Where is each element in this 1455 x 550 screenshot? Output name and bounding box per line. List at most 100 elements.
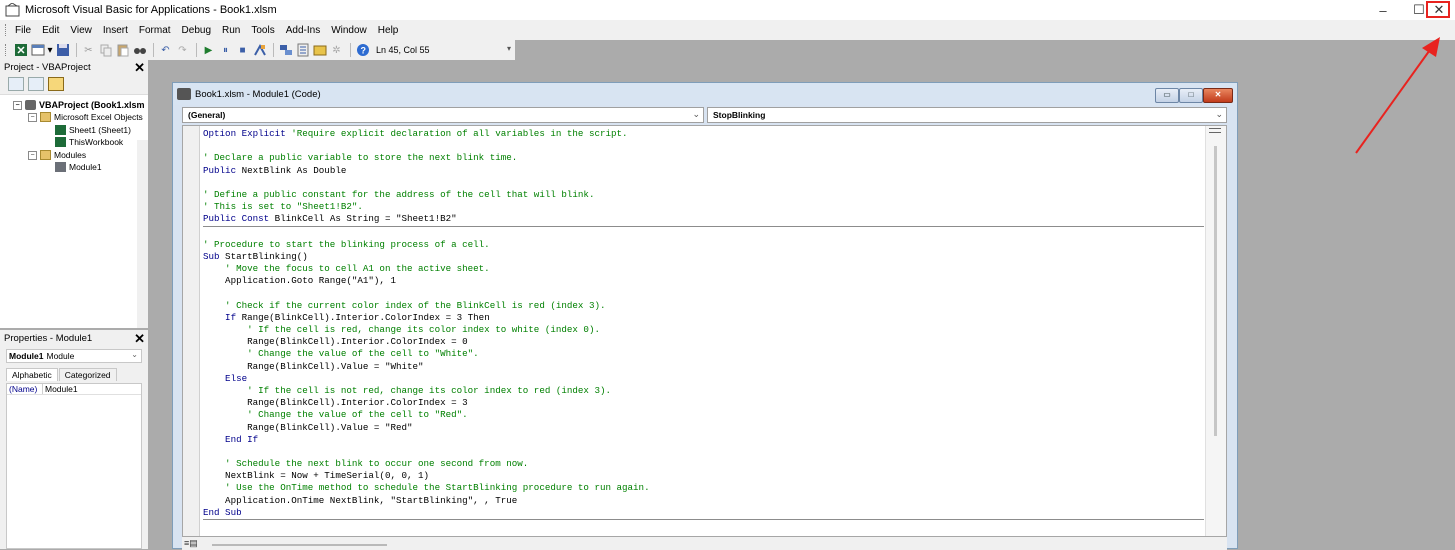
code-maximize-button[interactable]: □	[1179, 88, 1203, 103]
toolbar-grip[interactable]	[5, 44, 9, 56]
code-minimize-button[interactable]: ▭	[1155, 88, 1179, 103]
project-vertical-scrollbar[interactable]	[137, 140, 148, 328]
code-line[interactable]: Range(BlinkCell).Interior.ColorIndex = 0	[203, 336, 1204, 348]
menu-tools[interactable]: Tools	[251, 25, 274, 36]
code-line[interactable]: ' Use the OnTime method to schedule the …	[203, 482, 1204, 494]
code-line[interactable]: If Range(BlinkCell).Interior.ColorIndex …	[203, 312, 1204, 324]
code-line[interactable]: ' Check if the current color index of th…	[203, 300, 1204, 312]
tree-node-modules[interactable]: − Modules	[28, 150, 86, 160]
code-close-button[interactable]: ✕	[1203, 88, 1233, 103]
tab-alphabetic[interactable]: Alphabetic	[6, 368, 58, 381]
dropdown-arrow-icon[interactable]: ▾	[47, 43, 53, 58]
code-line[interactable]: ' If the cell is not red, change its col…	[203, 385, 1204, 397]
property-value[interactable]: Module1	[43, 384, 78, 394]
code-line[interactable]: Public Const BlinkCell As String = "Shee…	[203, 213, 1204, 227]
menu-grip[interactable]	[5, 24, 9, 36]
code-lines[interactable]: Option Explicit 'Require explicit declar…	[203, 128, 1204, 520]
code-line[interactable]	[203, 227, 1204, 239]
code-line[interactable]: ' Move the focus to cell A1 on the activ…	[203, 263, 1204, 275]
help-icon[interactable]: ?	[355, 43, 370, 58]
tree-node-vbaproject[interactable]: − VBAProject (Book1.xlsm	[13, 100, 145, 110]
excel-view-icon[interactable]	[13, 43, 28, 58]
toggle-folders-icon[interactable]	[48, 77, 64, 91]
run-icon[interactable]: ▶	[201, 43, 216, 58]
code-line[interactable]: ' Declare a public variable to store the…	[203, 152, 1204, 164]
toolbar-options-icon[interactable]: ▾	[507, 44, 511, 53]
code-line[interactable]: ' Define a public constant for the addre…	[203, 189, 1204, 201]
close-button[interactable]: ✕	[1424, 0, 1454, 20]
object-selector[interactable]: Module1 Module ⌄	[6, 349, 142, 363]
code-line[interactable]: NextBlink = Now + TimeSerial(0, 0, 1)	[203, 470, 1204, 482]
insert-userform-icon[interactable]	[30, 43, 45, 58]
code-line[interactable]: Else	[203, 373, 1204, 385]
collapse-icon[interactable]: −	[28, 150, 37, 160]
code-line[interactable]: ' If the cell is red, change its color i…	[203, 324, 1204, 336]
menu-edit[interactable]: Edit	[42, 25, 59, 36]
code-line[interactable]	[203, 446, 1204, 458]
menu-debug[interactable]: Debug	[182, 25, 211, 36]
cut-icon[interactable]: ✂	[81, 43, 96, 58]
code-vertical-scrollbar[interactable]	[1205, 126, 1226, 536]
code-line[interactable]: Option Explicit 'Require explicit declar…	[203, 128, 1204, 140]
tab-categorized[interactable]: Categorized	[58, 368, 117, 381]
find-icon[interactable]	[132, 43, 147, 58]
menu-file[interactable]: File	[15, 25, 31, 36]
tree-node-sheet1[interactable]: Sheet1 (Sheet1)	[55, 125, 131, 135]
close-icon[interactable]: ✕	[134, 61, 145, 74]
object-dropdown[interactable]: (General) ⌄	[182, 107, 704, 123]
tree-node-excel-objects[interactable]: − Microsoft Excel Objects	[28, 112, 143, 122]
code-line[interactable]: End If	[203, 434, 1204, 446]
break-icon[interactable]: ⏸	[218, 43, 233, 58]
code-editor[interactable]: Option Explicit 'Require explicit declar…	[182, 125, 1227, 537]
minimize-button[interactable]: –	[1365, 0, 1401, 20]
code-margin[interactable]	[183, 126, 200, 536]
code-line[interactable]	[203, 177, 1204, 189]
scrollbar-thumb[interactable]	[1214, 146, 1217, 436]
view-toggle-icon[interactable]: ≡▤	[184, 538, 198, 549]
code-line[interactable]: Application.Goto Range("A1"), 1	[203, 275, 1204, 287]
split-bar-icon[interactable]	[1209, 128, 1221, 133]
collapse-icon[interactable]: −	[28, 112, 37, 122]
view-object-icon[interactable]	[28, 77, 44, 91]
code-line[interactable]: Application.OnTime NextBlink, "StartBlin…	[203, 495, 1204, 507]
copy-icon[interactable]	[98, 43, 113, 58]
code-line[interactable]: Range(BlinkCell).Value = "Red"	[203, 422, 1204, 434]
code-line[interactable]: Public NextBlink As Double	[203, 165, 1204, 177]
chevron-down-icon[interactable]: ⌄	[692, 109, 700, 120]
code-horizontal-scrollbar[interactable]: ≡▤	[182, 537, 1227, 550]
menu-run[interactable]: Run	[222, 25, 240, 36]
reset-icon[interactable]: ■	[235, 43, 250, 58]
code-line[interactable]: ' Change the value of the cell to "White…	[203, 348, 1204, 360]
property-row[interactable]: (Name) Module1	[7, 384, 141, 395]
paste-icon[interactable]	[115, 43, 130, 58]
menu-format[interactable]: Format	[139, 25, 171, 36]
code-line[interactable]: ' Schedule the next blink to occur one s…	[203, 458, 1204, 470]
undo-icon[interactable]: ↶	[158, 43, 173, 58]
chevron-down-icon[interactable]: ⌄	[131, 350, 138, 359]
view-code-icon[interactable]	[8, 77, 24, 91]
code-line[interactable]	[203, 287, 1204, 299]
menu-view[interactable]: View	[70, 25, 92, 36]
close-icon[interactable]: ✕	[134, 332, 145, 345]
code-line[interactable]	[203, 140, 1204, 152]
tree-node-thisworkbook[interactable]: ThisWorkbook	[55, 137, 123, 147]
redo-icon[interactable]: ↷	[175, 43, 190, 58]
menu-add-ins[interactable]: Add-Ins	[286, 25, 320, 36]
menu-insert[interactable]: Insert	[103, 25, 128, 36]
menu-window[interactable]: Window	[331, 25, 367, 36]
scrollbar-thumb[interactable]	[212, 544, 387, 546]
code-line[interactable]: End Sub	[203, 507, 1204, 520]
code-line[interactable]: Sub StartBlinking()	[203, 251, 1204, 263]
code-line[interactable]: Range(BlinkCell).Interior.ColorIndex = 3	[203, 397, 1204, 409]
properties-window-icon[interactable]	[295, 43, 310, 58]
object-browser-icon[interactable]	[312, 43, 327, 58]
chevron-down-icon[interactable]: ⌄	[1215, 109, 1223, 120]
code-line[interactable]: ' Change the value of the cell to "Red".	[203, 409, 1204, 421]
code-line[interactable]: Range(BlinkCell).Value = "White"	[203, 361, 1204, 373]
save-icon[interactable]	[55, 43, 70, 58]
project-explorer-icon[interactable]	[278, 43, 293, 58]
toolbox-icon[interactable]: ✲	[329, 43, 344, 58]
code-line[interactable]: ' Procedure to start the blinking proces…	[203, 239, 1204, 251]
procedure-dropdown[interactable]: StopBlinking ⌄	[707, 107, 1227, 123]
collapse-icon[interactable]: −	[13, 100, 22, 110]
